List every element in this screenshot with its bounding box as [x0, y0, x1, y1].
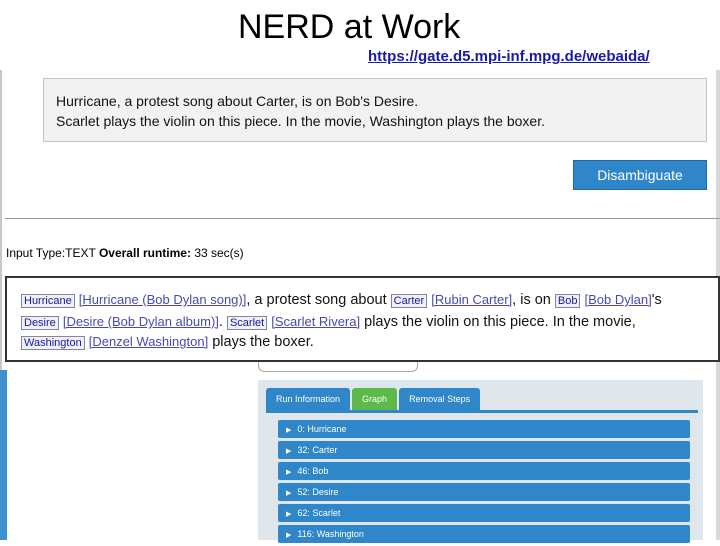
mention-scarlet[interactable]: Scarlet: [226, 316, 268, 330]
mention-item-hurricane[interactable]: ▶ 0: Hurricane: [278, 420, 690, 438]
run-meta: Input Type:TEXT Overall runtime: 33 sec(…: [6, 246, 244, 260]
input-line-2: Scarlet plays the violin on this piece. …: [56, 113, 545, 129]
mention-item-label: 116: Washington: [297, 529, 364, 539]
mention-hurricane[interactable]: Hurricane: [21, 294, 75, 308]
mention-list: ▶ 0: Hurricane ▶ 32: Carter ▶ 46: Bob ▶ 52: …: [278, 420, 690, 546]
entity-hurricane[interactable]: [Hurricane (Bob Dylan song)]: [79, 292, 247, 307]
entity-carter[interactable]: [Rubin Carter]: [431, 292, 512, 307]
mention-bob[interactable]: Bob: [554, 294, 581, 308]
entity-washington[interactable]: [Denzel Washington]: [89, 334, 208, 349]
expand-triangle-icon: ▶: [286, 490, 292, 497]
tab-graph[interactable]: Graph: [352, 388, 398, 410]
tab-removal-steps[interactable]: Removal Steps: [399, 388, 481, 410]
webaida-link[interactable]: https://gate.d5.mpi-inf.mpg.de/webaida/: [368, 48, 650, 65]
mention-item-label: 62: Scarlet: [297, 508, 341, 518]
input-type-value: TEXT: [65, 246, 96, 260]
slide-title: NERD at Work: [238, 8, 461, 46]
result-line-3: Washington [Denzel Washington] plays the…: [21, 334, 314, 350]
runtime-value: 33 sec(s): [194, 246, 244, 260]
result-text-1: , a protest song about: [246, 292, 387, 308]
collapsed-panel-edge: [258, 362, 418, 372]
entity-scarlet[interactable]: [Scarlet Rivera]: [271, 314, 360, 329]
expand-triangle-icon: ▶: [286, 511, 292, 518]
tab-run-information[interactable]: Run Information: [266, 388, 351, 410]
mention-item-bob[interactable]: ▶ 46: Bob: [278, 462, 690, 480]
mention-item-label: 0: Hurricane: [297, 424, 347, 434]
expand-triangle-icon: ▶: [286, 532, 292, 539]
mention-item-washington[interactable]: ▶ 116: Washington: [278, 525, 690, 543]
entity-desire[interactable]: [Desire (Bob Dylan album)]: [63, 314, 219, 329]
result-text-4: .: [218, 314, 223, 330]
input-text-area[interactable]: Hurricane, a protest song about Carter, …: [43, 78, 707, 142]
runtime-label: Overall runtime:: [98, 246, 191, 260]
entity-bob[interactable]: [Bob Dylan]: [585, 292, 652, 307]
mention-item-desire[interactable]: ▶ 52: Desire: [278, 483, 690, 501]
result-line-1: Hurricane [Hurricane (Bob Dylan song)], …: [21, 292, 662, 308]
disambiguate-button[interactable]: Disambiguate: [573, 160, 707, 190]
result-text-5: plays the violin on this piece. In the m…: [360, 314, 636, 330]
mention-washington[interactable]: Washington: [21, 336, 85, 350]
result-text-6: plays the boxer.: [208, 334, 314, 350]
expand-triangle-icon: ▶: [286, 427, 292, 434]
input-type-label: Input Type:: [6, 246, 66, 260]
annotated-result: Hurricane [Hurricane (Bob Dylan song)], …: [5, 276, 720, 362]
divider: [5, 218, 720, 219]
mention-desire[interactable]: Desire: [21, 316, 59, 330]
mention-item-label: 32: Carter: [297, 445, 338, 455]
tab-underline: [266, 410, 698, 413]
mention-item-carter[interactable]: ▶ 32: Carter: [278, 441, 690, 459]
result-text-2: , is on: [512, 292, 551, 308]
result-text-3: 's: [651, 292, 662, 308]
tab-bar: Run Information Graph Removal Steps: [266, 388, 482, 410]
results-panel: Run Information Graph Removal Steps ▶ 0: …: [258, 380, 703, 543]
expand-triangle-icon: ▶: [286, 448, 292, 455]
mention-carter[interactable]: Carter: [390, 294, 428, 308]
mention-item-label: 46: Bob: [297, 466, 329, 476]
expand-triangle-icon: ▶: [286, 469, 292, 476]
result-line-2: Desire [Desire (Bob Dylan album)]. Scarl…: [21, 314, 636, 330]
mention-item-label: 52: Desire: [297, 487, 339, 497]
mention-item-scarlet[interactable]: ▶ 62: Scarlet: [278, 504, 690, 522]
left-edge-bar: [0, 370, 7, 540]
input-line-1: Hurricane, a protest song about Carter, …: [56, 93, 419, 109]
